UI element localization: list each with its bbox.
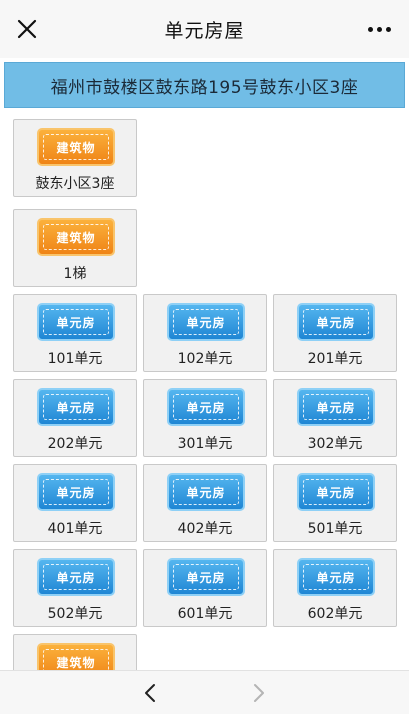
building-card-community[interactable]: 建筑物 鼓东小区3座 bbox=[13, 119, 137, 197]
unit-card[interactable]: 单元房 102单元 bbox=[143, 294, 267, 372]
card-label: 301单元 bbox=[177, 436, 233, 452]
address-banner: 福州市鼓楼区鼓东路195号鼓东小区3座 bbox=[4, 62, 405, 108]
card-label: 101单元 bbox=[47, 351, 103, 367]
close-icon bbox=[17, 19, 37, 39]
unit-badge-icon: 单元房 bbox=[167, 558, 245, 596]
more-button[interactable] bbox=[361, 12, 397, 46]
card-label: 302单元 bbox=[307, 436, 363, 452]
unit-card[interactable]: 单元房 601单元 bbox=[143, 549, 267, 627]
unit-card[interactable]: 单元房 401单元 bbox=[13, 464, 137, 542]
card-label: 102单元 bbox=[177, 351, 233, 367]
unit-badge-icon: 单元房 bbox=[167, 473, 245, 511]
bottom-toolbar bbox=[0, 670, 409, 714]
page-title: 单元房屋 bbox=[164, 19, 245, 42]
building-badge-icon: 建筑物 bbox=[37, 643, 115, 670]
card-label: 202单元 bbox=[47, 436, 103, 452]
card-label: 鼓东小区3座 bbox=[35, 176, 115, 192]
unit-card[interactable]: 单元房 602单元 bbox=[273, 549, 397, 627]
building-badge-icon: 建筑物 bbox=[37, 128, 115, 166]
chevron-right-icon bbox=[254, 684, 264, 702]
unit-badge-icon: 单元房 bbox=[37, 558, 115, 596]
unit-card[interactable]: 单元房 101单元 bbox=[13, 294, 137, 372]
unit-badge-icon: 单元房 bbox=[297, 303, 375, 341]
forward-button[interactable] bbox=[244, 679, 274, 707]
unit-badge-icon: 单元房 bbox=[297, 473, 375, 511]
chevron-left-icon bbox=[145, 684, 155, 702]
unit-badge-icon: 单元房 bbox=[297, 388, 375, 426]
unit-card[interactable]: 单元房 201单元 bbox=[273, 294, 397, 372]
unit-badge-icon: 单元房 bbox=[297, 558, 375, 596]
top-nav-bar: 单元房屋 bbox=[0, 0, 409, 58]
content-area: 单元房屋 福州市鼓楼区鼓东路195号鼓东小区3座 建筑物 鼓东小区3座 建筑物 … bbox=[0, 0, 409, 670]
card-label: 502单元 bbox=[47, 606, 103, 622]
card-label: 601单元 bbox=[177, 606, 233, 622]
unit-card[interactable]: 单元房 502单元 bbox=[13, 549, 137, 627]
unit-card[interactable]: 单元房 402单元 bbox=[143, 464, 267, 542]
unit-badge-icon: 单元房 bbox=[37, 388, 115, 426]
card-label: 401单元 bbox=[47, 521, 103, 537]
unit-badge-icon: 单元房 bbox=[37, 473, 115, 511]
unit-card[interactable]: 单元房 202单元 bbox=[13, 379, 137, 457]
building-card-stair[interactable]: 建筑物 1梯 bbox=[13, 209, 137, 287]
app-window: 单元房屋 福州市鼓楼区鼓东路195号鼓东小区3座 建筑物 鼓东小区3座 建筑物 … bbox=[0, 0, 409, 714]
unit-badge-icon: 单元房 bbox=[167, 303, 245, 341]
unit-card[interactable]: 单元房 302单元 bbox=[273, 379, 397, 457]
close-button[interactable] bbox=[10, 12, 44, 46]
card-label: 201单元 bbox=[307, 351, 363, 367]
unit-card[interactable]: 单元房 501单元 bbox=[273, 464, 397, 542]
unit-badge-icon: 单元房 bbox=[37, 303, 115, 341]
back-button[interactable] bbox=[135, 679, 165, 707]
unit-badge-icon: 单元房 bbox=[167, 388, 245, 426]
unit-card[interactable]: 单元房 301单元 bbox=[143, 379, 267, 457]
more-icon bbox=[367, 26, 373, 32]
building-badge-icon: 建筑物 bbox=[37, 218, 115, 256]
card-label: 501单元 bbox=[307, 521, 363, 537]
card-label: 402单元 bbox=[177, 521, 233, 537]
card-label: 1梯 bbox=[63, 266, 87, 282]
building-card-partial[interactable]: 建筑物 bbox=[13, 634, 137, 670]
card-label: 602单元 bbox=[307, 606, 363, 622]
